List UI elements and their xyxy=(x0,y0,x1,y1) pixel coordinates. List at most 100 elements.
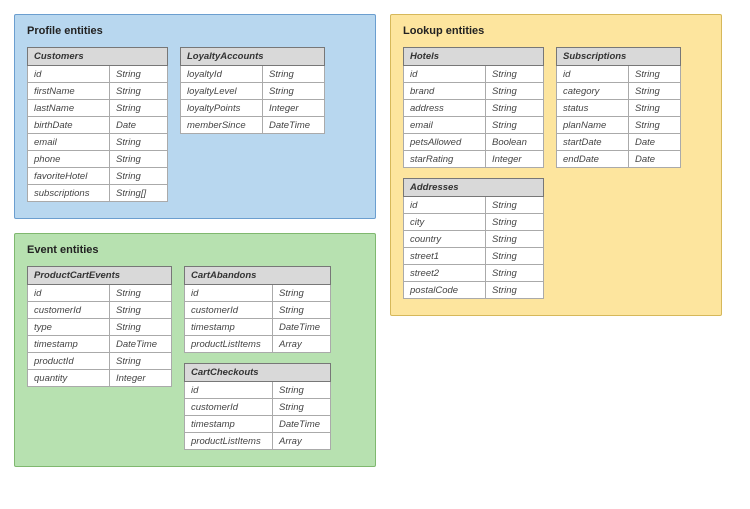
field-name: id xyxy=(404,66,486,83)
field-type: String xyxy=(110,66,168,83)
field-name: id xyxy=(185,285,273,302)
table-row: productListItemsArray xyxy=(185,336,331,353)
table-row: customerIdString xyxy=(185,399,331,416)
field-type: String xyxy=(110,134,168,151)
table-row: lastNameString xyxy=(28,100,168,117)
field-type: Array xyxy=(273,433,331,450)
field-name: timestamp xyxy=(185,319,273,336)
table-row: idString xyxy=(557,66,681,83)
field-type: String xyxy=(629,100,681,117)
field-name: email xyxy=(404,117,486,134)
field-type: String xyxy=(629,66,681,83)
field-type: String xyxy=(486,117,544,134)
event-entities-group: Event entities ProductCartEvents idStrin… xyxy=(14,233,376,467)
cart-abandons-table: CartAbandons idStringcustomerIdStringtim… xyxy=(184,266,331,353)
table-row: quantityInteger xyxy=(28,370,172,387)
profile-group-title: Profile entities xyxy=(27,25,363,37)
hotels-table: Hotels idStringbrandStringaddressStringe… xyxy=(403,47,544,168)
field-name: email xyxy=(28,134,110,151)
table-row: emailString xyxy=(28,134,168,151)
field-name: favoriteHotel xyxy=(28,168,110,185)
field-type: String[] xyxy=(110,185,168,202)
lookup-group-title: Lookup entities xyxy=(403,25,709,37)
field-type: DateTime xyxy=(273,416,331,433)
table-row: petsAllowedBoolean xyxy=(404,134,544,151)
field-type: Date xyxy=(629,151,681,168)
table-row: starRatingInteger xyxy=(404,151,544,168)
field-name: lastName xyxy=(28,100,110,117)
table-row: idString xyxy=(28,66,168,83)
field-type: String xyxy=(629,117,681,134)
table-row: firstNameString xyxy=(28,83,168,100)
field-name: timestamp xyxy=(28,336,110,353)
table-row: street2String xyxy=(404,265,544,282)
table-header: LoyaltyAccounts xyxy=(181,48,325,66)
diagram-canvas: Profile entities Customers idStringfirst… xyxy=(14,14,736,467)
table-row: loyaltyPointsInteger xyxy=(181,100,325,117)
field-name: city xyxy=(404,214,486,231)
table-row: idString xyxy=(185,382,331,399)
field-type: String xyxy=(486,197,544,214)
table-header: Hotels xyxy=(404,48,544,66)
event-group-title: Event entities xyxy=(27,244,363,256)
table-row: favoriteHotelString xyxy=(28,168,168,185)
table-row: idString xyxy=(404,66,544,83)
field-name: quantity xyxy=(28,370,110,387)
table-row: statusString xyxy=(557,100,681,117)
field-name: subscriptions xyxy=(28,185,110,202)
table-row: countryString xyxy=(404,231,544,248)
profile-entities-group: Profile entities Customers idStringfirst… xyxy=(14,14,376,219)
field-name: status xyxy=(557,100,629,117)
table-row: endDateDate xyxy=(557,151,681,168)
table-row: cityString xyxy=(404,214,544,231)
field-name: customerId xyxy=(28,302,110,319)
table-row: loyaltyIdString xyxy=(181,66,325,83)
table-row: planNameString xyxy=(557,117,681,134)
field-type: String xyxy=(486,265,544,282)
field-type: String xyxy=(486,248,544,265)
field-type: String xyxy=(110,100,168,117)
field-type: String xyxy=(263,83,325,100)
field-type: String xyxy=(273,302,331,319)
field-name: birthDate xyxy=(28,117,110,134)
table-row: loyaltyLevelString xyxy=(181,83,325,100)
table-row: categoryString xyxy=(557,83,681,100)
lookup-entities-group: Lookup entities Hotels idStringbrandStri… xyxy=(390,14,722,316)
field-type: String xyxy=(486,66,544,83)
left-column: Profile entities Customers idStringfirst… xyxy=(14,14,376,467)
table-row: productListItemsArray xyxy=(185,433,331,450)
field-type: Integer xyxy=(263,100,325,117)
field-name: id xyxy=(185,382,273,399)
field-type: DateTime xyxy=(273,319,331,336)
addresses-table: Addresses idStringcityStringcountryStrin… xyxy=(403,178,544,299)
table-row: idString xyxy=(404,197,544,214)
field-name: loyaltyPoints xyxy=(181,100,263,117)
field-type: String xyxy=(486,83,544,100)
field-type: String xyxy=(110,302,172,319)
field-name: type xyxy=(28,319,110,336)
customers-table: Customers idStringfirstNameStringlastNam… xyxy=(27,47,168,202)
field-name: street2 xyxy=(404,265,486,282)
table-row: timestampDateTime xyxy=(185,319,331,336)
loyalty-accounts-table: LoyaltyAccounts loyaltyIdStringloyaltyLe… xyxy=(180,47,325,134)
field-type: Boolean xyxy=(486,134,544,151)
table-header: Subscriptions xyxy=(557,48,681,66)
field-type: DateTime xyxy=(263,117,325,134)
field-name: timestamp xyxy=(185,416,273,433)
table-row: idString xyxy=(185,285,331,302)
field-type: Integer xyxy=(486,151,544,168)
field-type: String xyxy=(486,231,544,248)
field-type: String xyxy=(629,83,681,100)
field-type: String xyxy=(273,382,331,399)
field-name: planName xyxy=(557,117,629,134)
field-name: customerId xyxy=(185,399,273,416)
product-cart-events-table: ProductCartEvents idStringcustomerIdStri… xyxy=(27,266,172,387)
field-type: String xyxy=(110,83,168,100)
field-name: id xyxy=(28,285,110,302)
table-row: subscriptionsString[] xyxy=(28,185,168,202)
field-type: String xyxy=(486,214,544,231)
field-name: id xyxy=(404,197,486,214)
table-row: customerIdString xyxy=(28,302,172,319)
field-type: String xyxy=(273,399,331,416)
field-name: petsAllowed xyxy=(404,134,486,151)
